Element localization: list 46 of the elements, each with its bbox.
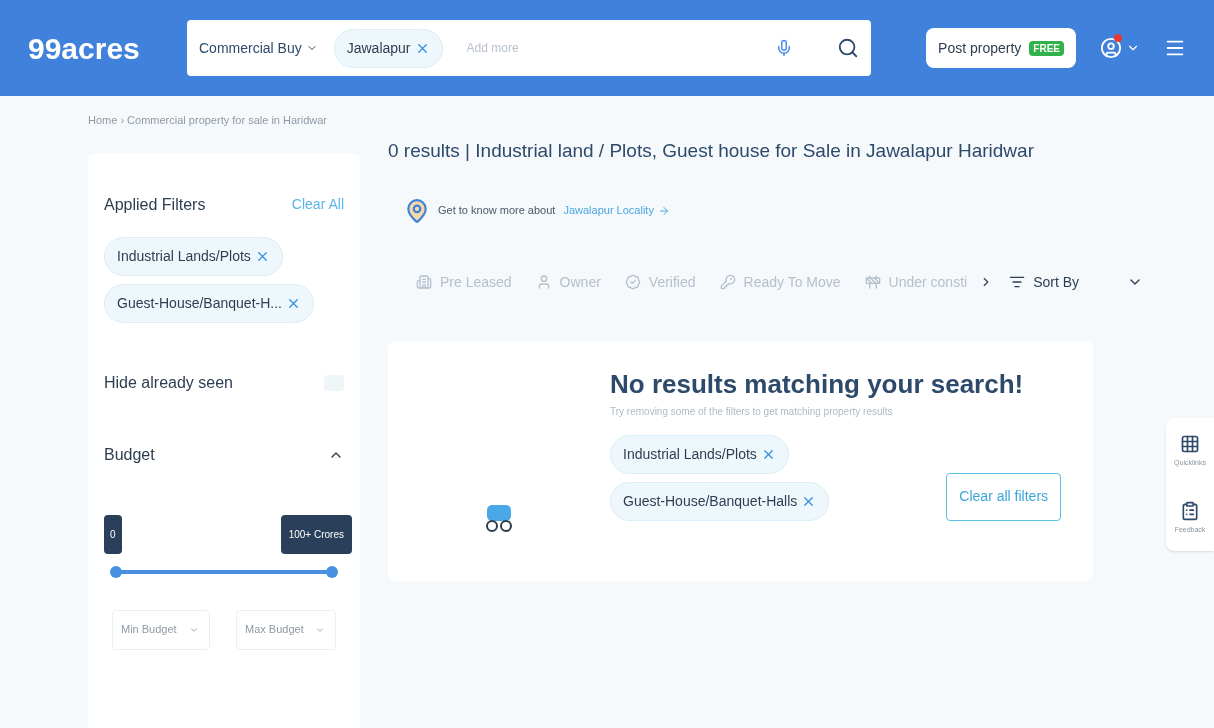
key-icon [719,274,736,290]
arrow-right-icon [657,204,670,217]
search-input[interactable]: Add more [466,39,763,57]
slider-handle[interactable] [110,565,122,578]
empty-subtitle: Try removing some of the filters to get matching property results [610,404,894,419]
breadcrumb[interactable]: Home › Commercial property for sale in Haridwar [88,112,360,129]
filter-chip[interactable]: Guest-House/Banquet-Halls [610,481,830,521]
quick-filter-chip[interactable]: Ready To Move [707,271,853,293]
results-heading: 0 results | Industrial land / Plots, Guest house for Sale in Jawalapur Haridwar [388,139,1035,163]
quick-filter-chip[interactable]: Pre Leased [404,271,524,293]
locality-prompt: Get to know more about [438,203,556,219]
free-badge: FREE [1029,40,1064,56]
clipboard-icon [1180,500,1200,521]
search-icon[interactable] [837,37,859,59]
sort-icon [1009,274,1026,290]
min-budget-dropdown[interactable]: Min Budget [112,609,210,650]
quick-filter-chip[interactable]: Under consti [852,271,980,293]
sort-dropdown[interactable]: Sort By [1009,271,1144,293]
filter-chip[interactable]: Industrial Lands/Plots [610,434,789,474]
min-value-label: 0 [104,514,122,554]
location-chip[interactable]: Jawalapur [333,28,443,68]
toggle-label: Hide already seen [104,372,233,393]
empty-title: No results matching your search! [610,367,1025,401]
map-pin-icon [404,197,430,224]
filter-chip[interactable]: Guest-House/Banquet-H... [104,283,314,323]
section-title: Budget [104,444,155,465]
quick-filter-chip[interactable]: Verified [612,271,708,293]
max-value-label: 100+ Crores [280,514,352,554]
construction-icon [864,274,881,290]
grid-icon [1180,434,1200,454]
locality-link[interactable]: Jawalapur Locality [563,202,670,219]
clear-all-link[interactable]: Clear All [291,194,344,215]
user-icon[interactable] [1100,37,1122,59]
post-property-button[interactable]: Post property FREE [926,28,1076,68]
filter-chip[interactable]: Industrial Lands/Plots [104,236,283,276]
category-dropdown[interactable]: Commercial Buy [195,37,322,59]
quick-filter-chip[interactable]: Owner [523,271,613,293]
check-badge-icon [624,274,641,290]
max-budget-dropdown[interactable]: Max Budget [236,609,336,650]
logo[interactable]: 99acres [28,25,163,71]
clear-filters-button[interactable]: Clear all filters [946,472,1062,521]
panel-title: Applied Filters [104,194,206,215]
microphone-icon[interactable] [775,39,793,57]
slider-handle[interactable] [326,565,338,578]
building-icon [416,274,432,290]
range-slider[interactable] [110,565,338,578]
